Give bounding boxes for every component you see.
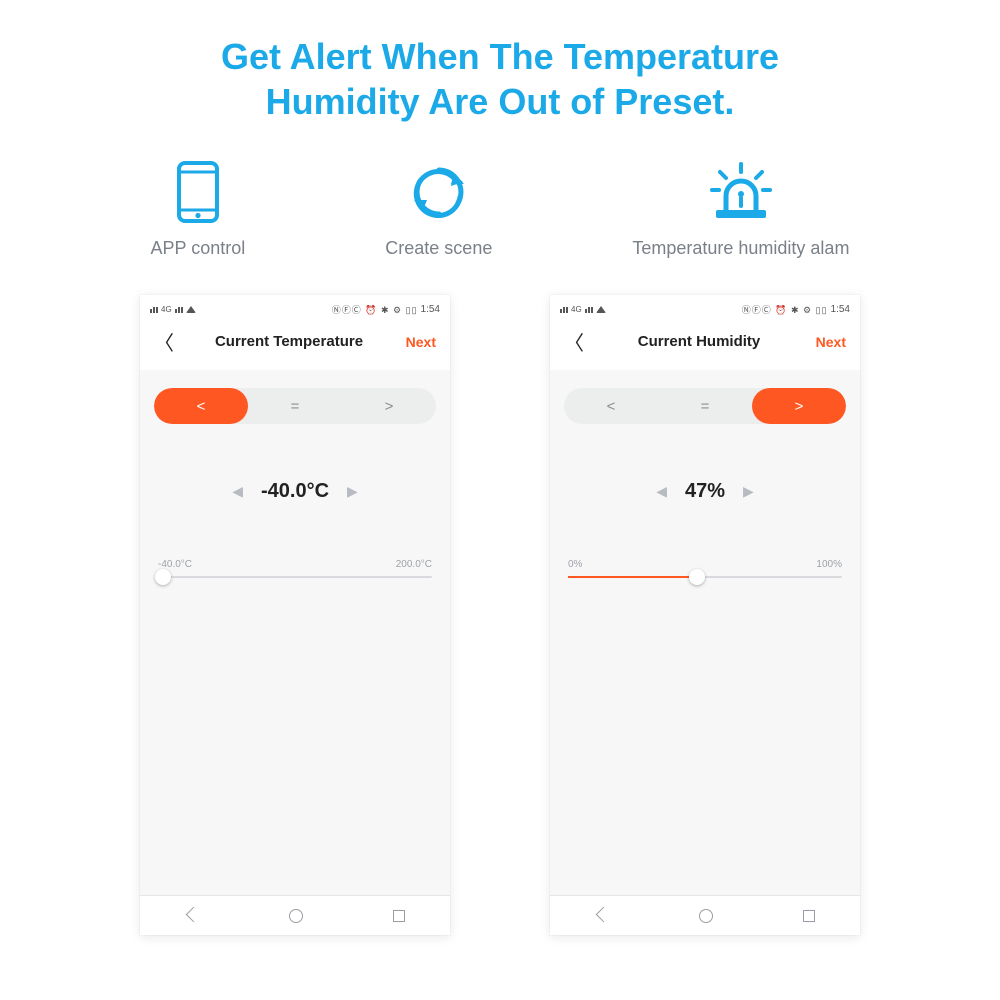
nav-recent-button[interactable]: [393, 910, 405, 922]
feature-label: APP control: [151, 238, 246, 259]
decrement-button[interactable]: ◀: [232, 483, 243, 500]
value-stepper: ◀ 47% ▶: [564, 480, 846, 503]
headline-line1: Get Alert When The Temperature: [60, 34, 940, 79]
slider-fill: [568, 576, 697, 578]
feature-create-scene: Create scene: [385, 156, 492, 259]
operator-segmented: < = >: [154, 388, 436, 424]
phone-temperature: 4G ⓃⒻⒸ ⏰ ✱ ⚙ ▯▯ 1:54 〈 Current Temperatu…: [140, 295, 450, 935]
content-area: < = > ◀ 47% ▶ 0% 100%: [550, 370, 860, 895]
nav-home-button[interactable]: [289, 909, 303, 923]
refresh-icon: [409, 156, 469, 228]
operator-less-than[interactable]: <: [154, 388, 248, 424]
phone-icon: [176, 156, 220, 228]
increment-button[interactable]: ▶: [743, 483, 754, 500]
operator-equals[interactable]: =: [658, 388, 752, 424]
status-text: 4G: [161, 305, 172, 314]
phone-humidity: 4G ⓃⒻⒸ ⏰ ✱ ⚙ ▯▯ 1:54 〈 Current Humidity …: [550, 295, 860, 935]
signal-icon: [560, 305, 568, 313]
back-button[interactable]: 〈: [564, 327, 592, 356]
phones-row: 4G ⓃⒻⒸ ⏰ ✱ ⚙ ▯▯ 1:54 〈 Current Temperatu…: [0, 267, 1000, 935]
feature-app-control: APP control: [151, 156, 246, 259]
slider-max-label: 200.0°C: [396, 559, 432, 570]
next-button[interactable]: Next: [806, 334, 846, 350]
operator-segmented: < = >: [564, 388, 846, 424]
slider-track[interactable]: [568, 576, 842, 578]
status-time: 1:54: [421, 304, 440, 315]
features-row: APP control Create scene: [0, 142, 1000, 267]
status-bar: 4G ⓃⒻⒸ ⏰ ✱ ⚙ ▯▯ 1:54: [550, 295, 860, 319]
headline: Get Alert When The Temperature Humidity …: [0, 0, 1000, 142]
nav-back-button[interactable]: [595, 909, 609, 923]
content-area: < = > ◀ -40.0°C ▶ -40.0°C 200.0°C: [140, 370, 450, 895]
operator-greater-than[interactable]: >: [342, 388, 436, 424]
nav-home-button[interactable]: [699, 909, 713, 923]
alarm-icon: [706, 156, 776, 228]
app-bar: 〈 Current Temperature Next: [140, 319, 450, 370]
signal-icon: [585, 305, 593, 313]
headline-line2: Humidity Are Out of Preset.: [60, 79, 940, 124]
page-title: Current Temperature: [182, 333, 396, 350]
android-nav-bar: [140, 895, 450, 935]
feature-label: Temperature humidity alam: [632, 238, 849, 259]
current-value: 47%: [685, 480, 725, 503]
page-title: Current Humidity: [592, 333, 806, 350]
operator-greater-than[interactable]: >: [752, 388, 846, 424]
next-button[interactable]: Next: [396, 334, 436, 350]
value-stepper: ◀ -40.0°C ▶: [154, 480, 436, 503]
status-time: 1:54: [831, 304, 850, 315]
nav-recent-button[interactable]: [803, 910, 815, 922]
operator-less-than[interactable]: <: [564, 388, 658, 424]
slider-thumb[interactable]: [689, 569, 705, 585]
slider-max-label: 100%: [816, 559, 842, 570]
signal-icon: [150, 305, 158, 313]
feature-label: Create scene: [385, 238, 492, 259]
status-icons: ⓃⒻⒸ ⏰ ✱ ⚙ ▯▯: [332, 303, 418, 316]
slider-min-label: 0%: [568, 559, 582, 570]
value-slider[interactable]: -40.0°C 200.0°C: [154, 559, 436, 578]
nav-back-button[interactable]: [185, 909, 199, 923]
slider-thumb[interactable]: [155, 569, 171, 585]
increment-button[interactable]: ▶: [347, 483, 358, 500]
status-icons: ⓃⒻⒸ ⏰ ✱ ⚙ ▯▯: [742, 303, 828, 316]
status-bar: 4G ⓃⒻⒸ ⏰ ✱ ⚙ ▯▯ 1:54: [140, 295, 450, 319]
signal-icon: [175, 305, 183, 313]
back-button[interactable]: 〈: [154, 327, 182, 356]
decrement-button[interactable]: ◀: [656, 483, 667, 500]
status-text: 4G: [571, 305, 582, 314]
current-value: -40.0°C: [261, 480, 329, 503]
wifi-icon: [596, 306, 606, 313]
feature-alarm: Temperature humidity alam: [632, 156, 849, 259]
app-bar: 〈 Current Humidity Next: [550, 319, 860, 370]
wifi-icon: [186, 306, 196, 313]
slider-track[interactable]: [158, 576, 432, 578]
value-slider[interactable]: 0% 100%: [564, 559, 846, 578]
operator-equals[interactable]: =: [248, 388, 342, 424]
android-nav-bar: [550, 895, 860, 935]
